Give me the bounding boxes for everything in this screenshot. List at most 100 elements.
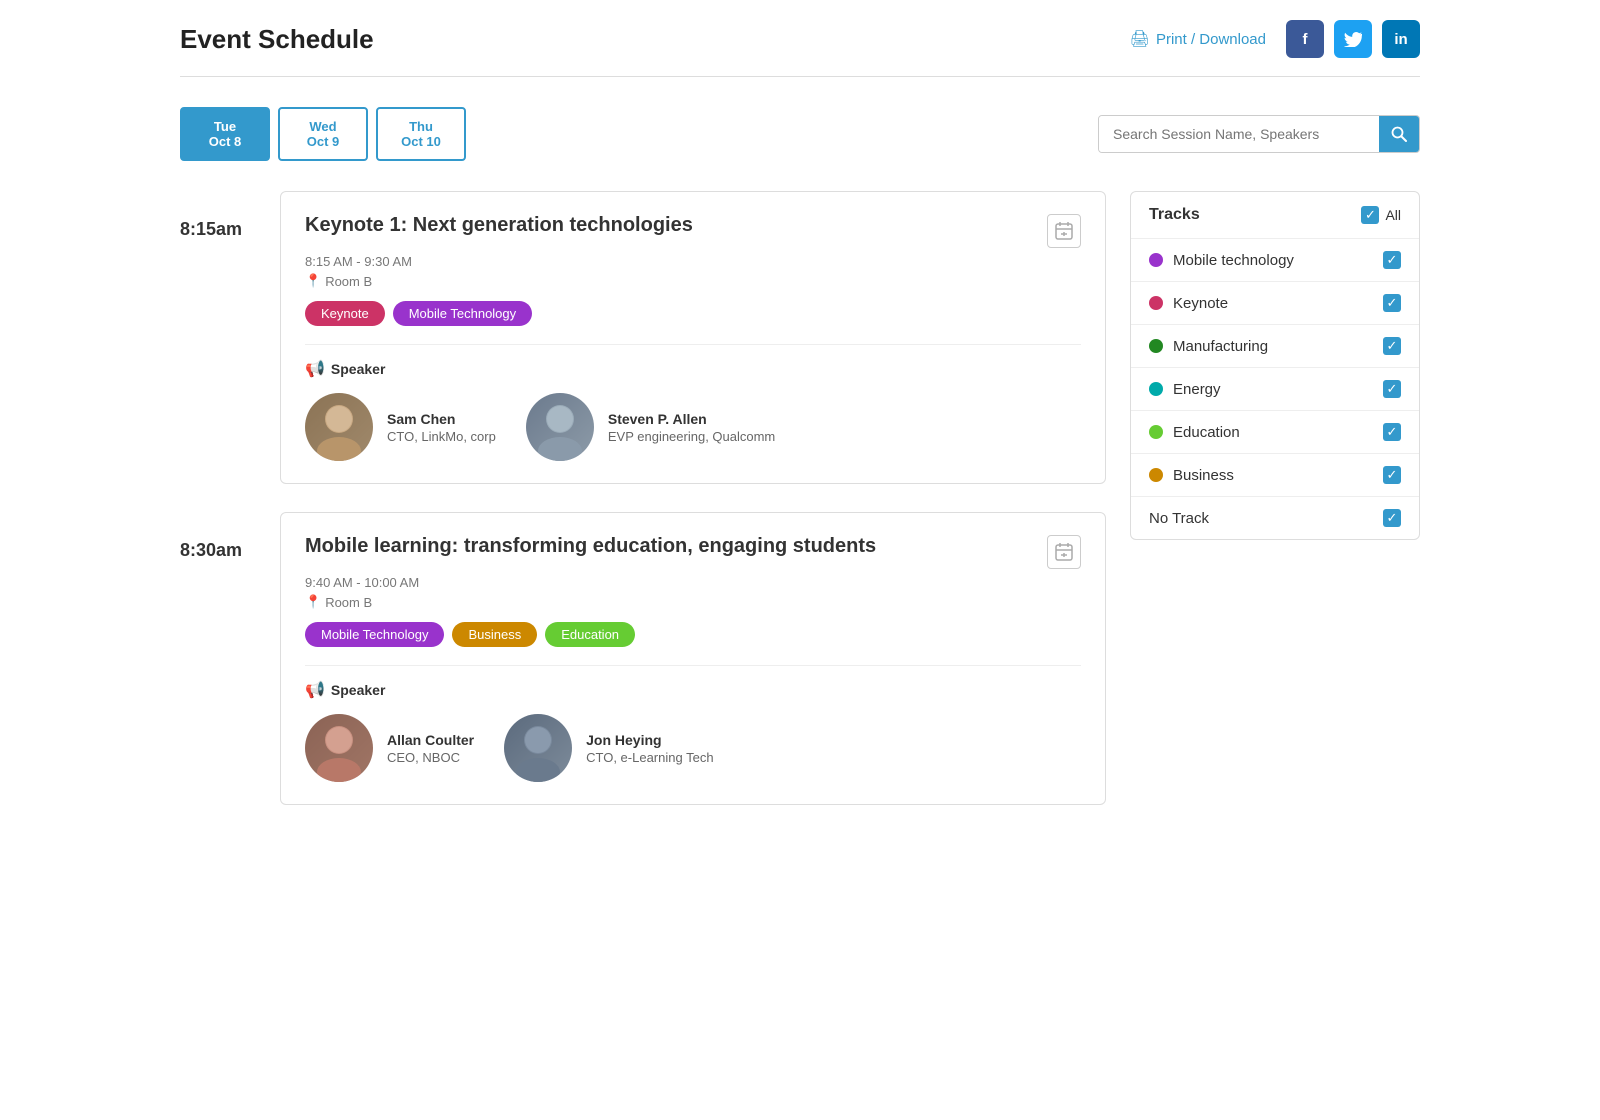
- session-title-1: Keynote 1: Next generation technologies: [305, 214, 1047, 237]
- twitter-button[interactable]: [1334, 20, 1372, 58]
- session-title-2: Mobile learning: transforming education,…: [305, 535, 1047, 558]
- speaker-section-2: 📢 Speaker: [305, 680, 1081, 700]
- dot-energy: [1149, 382, 1163, 396]
- facebook-button[interactable]: f: [1286, 20, 1324, 58]
- speaker-sam-name: Sam Chen: [387, 411, 496, 427]
- track-label-business: Business: [1173, 467, 1234, 484]
- session-time-1: 8:15 AM - 9:30 AM: [305, 254, 1081, 269]
- session-room-label-2: Room B: [325, 595, 372, 610]
- time-slot-1: 8:15am Keynote 1: Next generation techno…: [180, 191, 1106, 484]
- speaker-section-1: 📢 Speaker: [305, 359, 1081, 379]
- track-row-no-track: No Track ✓: [1131, 497, 1419, 539]
- tracks-all-label: All: [1385, 207, 1401, 223]
- megaphone-icon-1: 📢: [305, 359, 325, 379]
- track-checkbox-keynote[interactable]: ✓: [1383, 294, 1401, 312]
- day-tab-thu[interactable]: Thu Oct 10: [376, 107, 466, 161]
- sidebar: Tracks ✓ All Mobile technology ✓: [1130, 191, 1420, 833]
- session-room-2: 📍 Room B: [305, 594, 1081, 610]
- speaker-jon-title: CTO, e-Learning Tech: [586, 750, 713, 765]
- print-label: Print / Download: [1156, 31, 1266, 48]
- dot-mobile: [1149, 253, 1163, 267]
- pin-icon-2: 📍: [305, 594, 321, 610]
- session-card-2: Mobile learning: transforming education,…: [280, 512, 1106, 805]
- time-slot-2: 8:30am Mobile learning: transforming edu…: [180, 512, 1106, 805]
- session-room-label-1: Room B: [325, 274, 372, 289]
- speakers-1: Sam Chen CTO, LinkMo, corp Steven P. All…: [305, 393, 1081, 461]
- avatar-allan-coulter: [305, 714, 373, 782]
- speaker-jon-heying: Jon Heying CTO, e-Learning Tech: [504, 714, 713, 782]
- linkedin-button[interactable]: in: [1382, 20, 1420, 58]
- header-actions: 🖨 Print / Download f in: [1130, 20, 1420, 58]
- track-label-energy: Energy: [1173, 381, 1221, 398]
- dot-keynote: [1149, 296, 1163, 310]
- track-row-business: Business ✓: [1131, 454, 1419, 497]
- speaker-section-label-text-2: Speaker: [331, 682, 385, 698]
- tag-business-2: Business: [452, 622, 537, 647]
- no-track-label: No Track: [1149, 510, 1209, 527]
- session-card-1: Keynote 1: Next generation technologies …: [280, 191, 1106, 484]
- day-tab-wed-line2: Oct 9: [300, 134, 346, 149]
- day-tab-thu-line2: Oct 10: [398, 134, 444, 149]
- pin-icon-1: 📍: [305, 273, 321, 289]
- session-time-2: 9:40 AM - 10:00 AM: [305, 575, 1081, 590]
- schedule-column: 8:15am Keynote 1: Next generation techno…: [180, 191, 1106, 833]
- day-tab-tue-line1: Tue: [202, 119, 248, 134]
- speaker-allan-coulter: Allan Coulter CEO, NBOC: [305, 714, 474, 782]
- tag-mobile-2: Mobile Technology: [305, 622, 444, 647]
- add-to-calendar-2[interactable]: [1047, 535, 1081, 569]
- track-row-energy: Energy ✓: [1131, 368, 1419, 411]
- search-button[interactable]: [1379, 115, 1419, 153]
- day-tabs: Tue Oct 8 Wed Oct 9 Thu Oct 10: [180, 107, 466, 161]
- track-row-manufacturing: Manufacturing ✓: [1131, 325, 1419, 368]
- time-label-1: 8:15am: [180, 191, 260, 484]
- megaphone-icon-2: 📢: [305, 680, 325, 700]
- track-checkbox-no-track[interactable]: ✓: [1383, 509, 1401, 527]
- avatar-steven-allen: [526, 393, 594, 461]
- avatar-sam-chen: [305, 393, 373, 461]
- day-tab-tue[interactable]: Tue Oct 8: [180, 107, 270, 161]
- track-row-keynote: Keynote ✓: [1131, 282, 1419, 325]
- tracks-all-checkbox[interactable]: ✓: [1361, 206, 1379, 224]
- dot-manufacturing: [1149, 339, 1163, 353]
- day-tab-tue-line2: Oct 8: [202, 134, 248, 149]
- track-checkbox-mobile[interactable]: ✓: [1383, 251, 1401, 269]
- dot-education: [1149, 425, 1163, 439]
- search-box: [1098, 115, 1420, 153]
- track-checkbox-business[interactable]: ✓: [1383, 466, 1401, 484]
- speaker-steven-title: EVP engineering, Qualcomm: [608, 429, 775, 444]
- speaker-allan-title: CEO, NBOC: [387, 750, 474, 765]
- tag-education-2: Education: [545, 622, 635, 647]
- day-tab-wed-line1: Wed: [300, 119, 346, 134]
- track-label-manufacturing: Manufacturing: [1173, 338, 1268, 355]
- day-tab-wed[interactable]: Wed Oct 9: [278, 107, 368, 161]
- track-label-education: Education: [1173, 424, 1240, 441]
- speaker-jon-name: Jon Heying: [586, 732, 713, 748]
- speaker-sam-chen: Sam Chen CTO, LinkMo, corp: [305, 393, 496, 461]
- page-title: Event Schedule: [180, 24, 374, 55]
- avatar-jon-heying: [504, 714, 572, 782]
- time-label-2: 8:30am: [180, 512, 260, 805]
- tracks-panel: Tracks ✓ All Mobile technology ✓: [1130, 191, 1420, 540]
- track-checkbox-manufacturing[interactable]: ✓: [1383, 337, 1401, 355]
- tag-keynote: Keynote: [305, 301, 385, 326]
- track-checkbox-education[interactable]: ✓: [1383, 423, 1401, 441]
- track-row-mobile: Mobile technology ✓: [1131, 239, 1419, 282]
- search-input[interactable]: [1099, 115, 1379, 153]
- day-tab-thu-line1: Thu: [398, 119, 444, 134]
- dot-business: [1149, 468, 1163, 482]
- track-label-mobile: Mobile technology: [1173, 252, 1294, 269]
- printer-icon: 🖨: [1130, 29, 1150, 49]
- session-tags-2: Mobile Technology Business Education: [305, 622, 1081, 647]
- track-row-education: Education ✓: [1131, 411, 1419, 454]
- speaker-sam-title: CTO, LinkMo, corp: [387, 429, 496, 444]
- tag-mobile-1: Mobile Technology: [393, 301, 532, 326]
- tracks-all: ✓ All: [1361, 206, 1401, 224]
- tracks-title: Tracks: [1149, 206, 1200, 224]
- speakers-2: Allan Coulter CEO, NBOC Jon Heying CTO, …: [305, 714, 1081, 782]
- print-download-link[interactable]: 🖨 Print / Download: [1130, 29, 1266, 49]
- session-tags-1: Keynote Mobile Technology: [305, 301, 1081, 326]
- session-room-1: 📍 Room B: [305, 273, 1081, 289]
- add-to-calendar-1[interactable]: [1047, 214, 1081, 248]
- track-checkbox-energy[interactable]: ✓: [1383, 380, 1401, 398]
- speaker-section-label-text-1: Speaker: [331, 361, 385, 377]
